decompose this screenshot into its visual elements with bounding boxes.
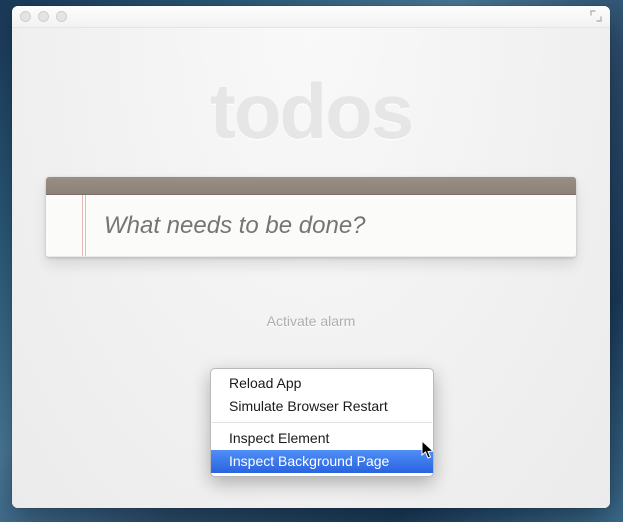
- fullscreen-icon[interactable]: [590, 10, 602, 22]
- todo-card: [46, 177, 576, 257]
- todo-input-row: [46, 195, 576, 257]
- notebook-rule-lines: [82, 195, 86, 256]
- context-menu-separator: [212, 422, 432, 423]
- context-menu-item-simulate-restart[interactable]: Simulate Browser Restart: [211, 395, 433, 418]
- app-title: todos: [12, 28, 610, 157]
- context-menu-item-inspect-element[interactable]: Inspect Element: [211, 427, 433, 450]
- close-window-button[interactable]: [20, 11, 31, 22]
- minimize-window-button[interactable]: [38, 11, 49, 22]
- todo-card-header: [46, 177, 576, 195]
- new-todo-input[interactable]: [46, 195, 576, 256]
- titlebar: [12, 6, 610, 28]
- app-content: todos Activate alarm Reload App Simulate…: [12, 28, 610, 508]
- activate-alarm-link[interactable]: Activate alarm: [12, 313, 610, 329]
- context-menu-item-inspect-background-page[interactable]: Inspect Background Page: [211, 450, 433, 473]
- traffic-lights: [20, 11, 67, 22]
- context-menu-item-reload-app[interactable]: Reload App: [211, 372, 433, 395]
- context-menu: Reload App Simulate Browser Restart Insp…: [210, 368, 434, 477]
- zoom-window-button[interactable]: [56, 11, 67, 22]
- app-window: todos Activate alarm Reload App Simulate…: [12, 6, 610, 508]
